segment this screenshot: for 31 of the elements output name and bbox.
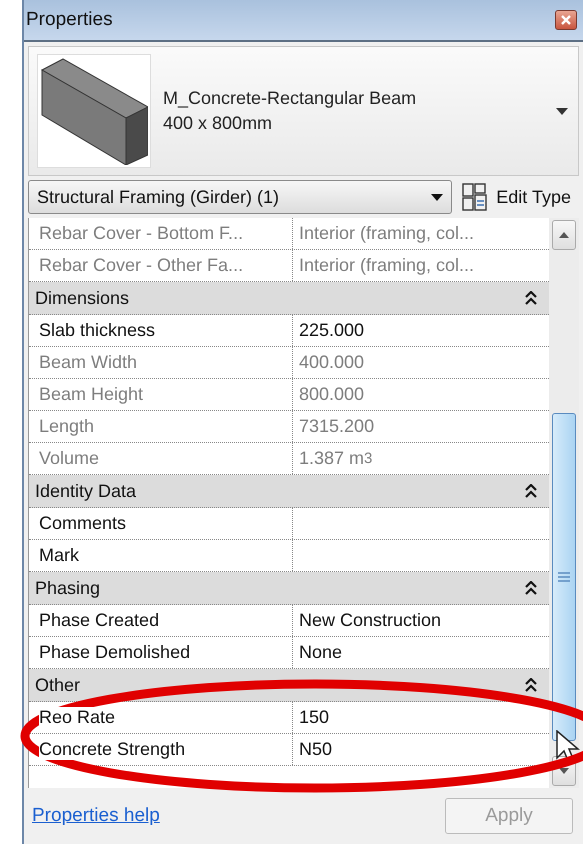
type-selector[interactable]: M_Concrete-Rectangular Beam 400 x 800mm bbox=[28, 46, 579, 176]
section-header[interactable]: Phasing bbox=[29, 572, 549, 605]
property-name: Reo Rate bbox=[39, 707, 116, 728]
section-title: Identity Data bbox=[35, 480, 136, 502]
property-name: Concrete Strength bbox=[39, 739, 186, 760]
section-header[interactable]: Dimensions bbox=[29, 282, 549, 315]
collapse-icon[interactable] bbox=[525, 581, 537, 595]
property-name: Length bbox=[39, 416, 94, 437]
section-header[interactable]: Identity Data bbox=[29, 475, 549, 508]
section-title: Other bbox=[35, 674, 80, 696]
type-name: 400 x 800mm bbox=[163, 113, 274, 134]
scroll-down-icon[interactable] bbox=[559, 768, 569, 774]
close-icon bbox=[561, 15, 571, 25]
family-name: M_Concrete-Rectangular Beam bbox=[163, 88, 418, 109]
properties-help-link[interactable]: Properties help bbox=[32, 805, 160, 827]
scroll-up-icon[interactable] bbox=[559, 232, 569, 238]
dropdown-arrow-icon bbox=[556, 108, 568, 114]
section-title: Dimensions bbox=[35, 288, 130, 308]
scrollbar[interactable] bbox=[549, 218, 579, 788]
collapse-icon[interactable] bbox=[525, 678, 537, 692]
edit-type-icon bbox=[462, 183, 488, 211]
collapse-icon[interactable] bbox=[525, 484, 537, 498]
grip-icon bbox=[558, 572, 570, 582]
section-title: Phasing bbox=[35, 578, 100, 598]
edit-type-button[interactable]: Edit Type bbox=[462, 183, 579, 211]
window-title: Properties bbox=[26, 9, 113, 31]
property-name: Beam Height bbox=[39, 384, 144, 405]
instance-filter-dropdown[interactable]: Structural Framing (Girder) (1) bbox=[28, 180, 452, 214]
collapse-icon[interactable] bbox=[525, 291, 537, 305]
caret-icon bbox=[431, 194, 444, 200]
close-button[interactable] bbox=[555, 10, 577, 30]
